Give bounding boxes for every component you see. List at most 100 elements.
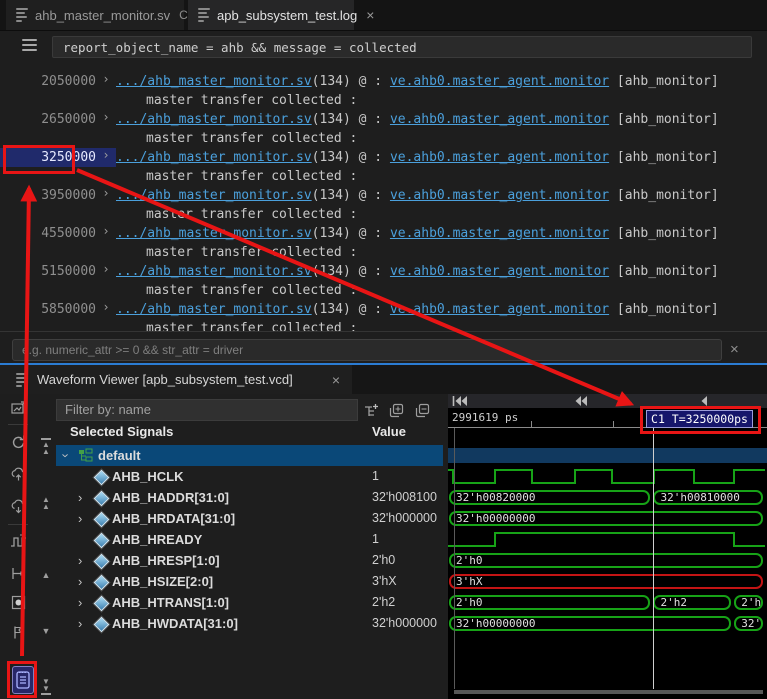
chevron-collapsed-icon[interactable]: › [78,592,82,613]
log-scope-link[interactable]: ve.ahb0.master_agent.monitor [390,150,609,165]
chevron-right-icon: › [102,300,110,314]
page-up-icon[interactable]: ▲ ▲ [38,496,54,511]
cursor-measure-icon[interactable] [10,565,27,582]
log-file-link[interactable]: .../ahb_master_monitor.sv [116,150,312,165]
log-entry-line1: 2650000 › .../ahb_master_monitor.sv(134) @… [0,110,767,129]
log-file-link[interactable]: .../ahb_master_monitor.sv [116,302,312,317]
scroll-to-top-icon[interactable]: ▲ ▲ [38,438,54,456]
chevron-collapsed-icon[interactable]: › [78,487,82,508]
chevron-collapsed-icon[interactable]: › [78,571,82,592]
scroll-up-icon[interactable]: ▲ [38,571,54,580]
cloud-upload-icon[interactable] [10,466,27,483]
signal-value: 1 [372,532,379,546]
log-scope-link[interactable]: ve.ahb0.master_agent.monitor [390,188,609,203]
prev-transition-icon[interactable] [700,395,708,407]
bus-value-label: 2'h2 [660,596,687,609]
chevron-collapsed-icon[interactable]: › [78,613,82,634]
tab-ahb-master-monitor[interactable]: ahb_master_monitor.sv C [6,0,188,30]
log-file-link[interactable]: .../ahb_master_monitor.sv [116,188,312,203]
timestamp-value: 5850000 [41,302,96,317]
wave-bus-segment: 2'h0 [449,595,651,610]
chevron-collapsed-icon[interactable]: › [78,550,82,571]
log-timestamp[interactable]: 3250000 › [0,148,116,167]
log-view-icon[interactable] [12,666,34,694]
export-image-icon[interactable] [10,400,27,417]
clear-filter-icon[interactable]: × [730,341,739,358]
flag-icon[interactable] [10,624,27,641]
add-signal-icon[interactable] [363,402,380,419]
close-icon[interactable]: × [366,7,374,23]
time-cursor-c1[interactable] [653,428,654,689]
log-timestamp[interactable]: 5150000 › [0,262,116,281]
prev-page-icon[interactable] [574,395,588,407]
signal-row[interactable]: › AHB_HSIZE[2:0] 3'hX [56,571,443,592]
log-timestamp[interactable]: 2050000 › [0,72,116,91]
marker-box-icon[interactable] [10,594,27,611]
log-timestamp[interactable]: 3950000 › [0,186,116,205]
cursor-c1-label[interactable]: C1 T=3250000ps [646,410,753,428]
waveform-toolbar [448,394,767,408]
log-scope-link[interactable]: ve.ahb0.master_agent.monitor [390,112,609,127]
chevron-expanded-icon[interactable]: › [56,453,77,457]
log-entry-line1: 5150000 › .../ahb_master_monitor.sv(134) @… [0,262,767,281]
log-entries: 2050000 › .../ahb_master_monitor.sv(134) @… [0,62,767,331]
log-filter-input[interactable]: report_object_name = ahb && message = co… [52,36,752,58]
log-scope-link[interactable]: ve.ahb0.master_agent.monitor [390,74,609,89]
log-scope-link[interactable]: ve.ahb0.master_agent.monitor [390,302,609,317]
signal-value: 3'hX [372,574,397,588]
waveform-display[interactable]: 2991619 ps 32'h00820000 32'h00810000 32'h0… [448,394,767,699]
chevron-right-icon: › [102,110,110,124]
expand-all-icon[interactable] [388,402,405,419]
log-timestamp[interactable]: 2650000 › [0,110,116,129]
close-icon[interactable]: × [332,372,340,388]
tab-apb-subsystem-test-log[interactable]: apb_subsystem_test.log × [188,0,374,30]
attr-filter-input[interactable]: e.g. numeric_attr >= 0 && str_attr = dri… [12,339,722,361]
signal-diamond-icon [93,469,110,486]
log-file-link[interactable]: .../ahb_master_monitor.sv [116,112,312,127]
chevron-collapsed-icon[interactable]: › [78,508,82,529]
log-timestamp[interactable]: 4550000 › [0,224,116,243]
log-message: master transfer collected : [146,169,358,184]
log-scope-link[interactable]: ve.ahb0.master_agent.monitor [390,264,609,279]
wave-binary-segment [451,482,494,484]
log-scope-link[interactable]: ve.ahb0.master_agent.monitor [390,226,609,241]
signal-row[interactable]: › AHB_HRDATA[31:0] 32'h000000 [56,508,443,529]
go-to-start-icon[interactable] [452,395,468,407]
signal-diamond-icon [93,532,110,549]
log-file-link[interactable]: .../ahb_master_monitor.sv [116,226,312,241]
signal-value: 1 [372,469,379,483]
log-entry-line1: 3950000 › .../ahb_master_monitor.sv(134) @… [0,186,767,205]
wave-binary-segment [493,469,532,471]
log-message: master transfer collected : [146,131,358,146]
log-file-link[interactable]: .../ahb_master_monitor.sv [116,264,312,279]
log-message: master transfer collected : [146,283,358,298]
signal-value: 2'h0 [372,553,396,567]
signal-diamond-icon [93,553,110,570]
signal-row[interactable]: › AHB_HADDR[31:0] 32'h008100 [56,487,443,508]
horizontal-scrollbar[interactable] [454,690,763,694]
signal-row[interactable]: › AHB_HTRANS[1:0] 2'h2 [56,592,443,613]
scroll-to-bottom-icon[interactable]: ▼ ▼ [38,678,54,695]
collapse-all-icon[interactable] [414,402,431,419]
signal-filter-input[interactable]: Filter by: name [56,399,358,421]
wave-edge [493,469,496,484]
signal-pulse-icon[interactable] [10,533,27,550]
wave-binary-segment [732,469,765,471]
signal-group-default[interactable]: › default [56,445,443,466]
timestamp-value: 5150000 [41,264,96,279]
panel-tab-row: Waveform Viewer [apb_subsystem_test.vcd]… [0,365,767,394]
log-file-link[interactable]: .../ahb_master_monitor.sv [116,74,312,89]
signal-row[interactable]: › AHB_HWDATA[31:0] 32'h000000 [56,613,443,634]
reload-icon[interactable] [10,434,27,451]
menu-hamburger-icon[interactable] [22,39,37,54]
signal-row[interactable]: AHB_HCLK 1 [56,466,443,487]
secondary-cursor[interactable] [454,428,455,689]
tab-waveform-viewer[interactable]: Waveform Viewer [apb_subsystem_test.vcd]… [0,365,352,394]
cloud-download-icon[interactable] [10,498,27,515]
scroll-down-icon[interactable]: ▼ [38,627,54,636]
log-line-info: (134) @ : [311,188,390,203]
signal-row[interactable]: › AHB_HRESP[1:0] 2'h0 [56,550,443,571]
log-tag: [ahb_monitor] [609,226,719,241]
signal-row[interactable]: AHB_HREADY 1 [56,529,443,550]
log-timestamp[interactable]: 5850000 › [0,300,116,319]
